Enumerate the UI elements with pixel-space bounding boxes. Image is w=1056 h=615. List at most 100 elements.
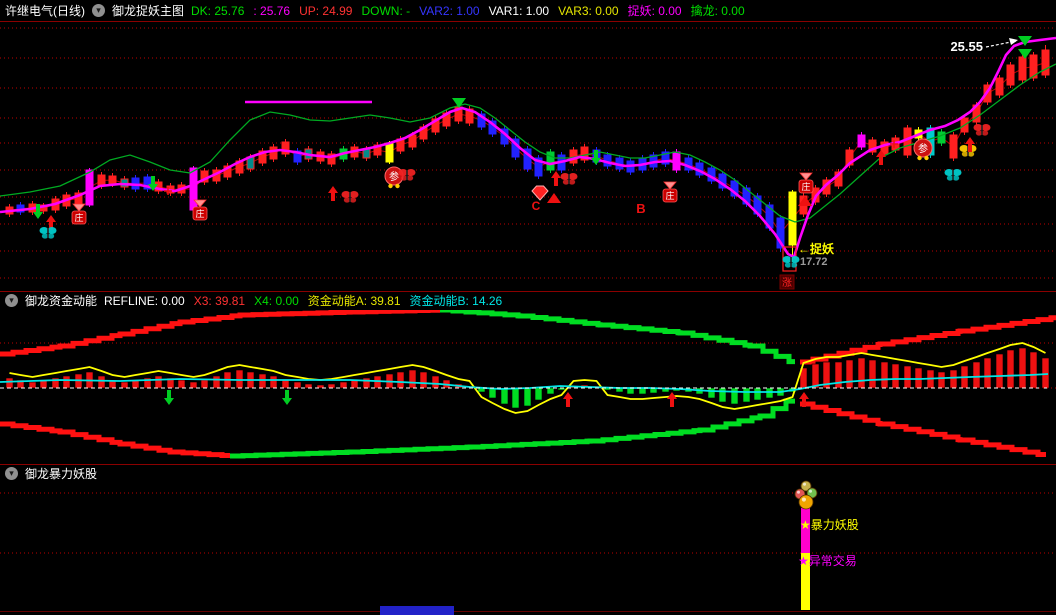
momentum-bar	[97, 375, 106, 389]
candle-body	[408, 134, 417, 148]
banker-seal-char: 庄	[195, 208, 204, 219]
momentum-bar	[189, 381, 198, 389]
candle	[281, 139, 290, 157]
collapse-chevron-icon[interactable]: ▾	[5, 294, 18, 307]
butterfly-icon	[782, 256, 800, 268]
momentum-bar	[304, 383, 313, 389]
momentum-bar	[269, 375, 278, 389]
butterfly-body	[981, 125, 983, 135]
momentum-bar	[937, 371, 946, 389]
butterfly-wing	[782, 256, 792, 263]
candle	[1006, 62, 1015, 88]
momentum-bar	[293, 381, 302, 389]
banker-seal-gem	[663, 181, 677, 190]
signal-ball-highlight	[803, 482, 806, 486]
participation-seal-icon: 参	[913, 138, 933, 161]
indicator-value: X4: 0.00	[254, 294, 299, 308]
momentum-bar	[28, 381, 37, 389]
up-arrow-icon	[551, 171, 561, 186]
chart-annotation: C	[532, 199, 541, 213]
butterfly-body	[790, 257, 792, 267]
momentum-bar	[845, 359, 854, 389]
banker-seal-gem	[799, 172, 813, 181]
candle-body	[949, 134, 958, 159]
candle	[511, 136, 520, 160]
band-line	[0, 310, 440, 357]
momentum-indicator-values: REFLINE: 0.00 X3: 39.81 X4: 0.00 资金动能A: 39.…	[104, 292, 511, 309]
butterfly-wing	[39, 227, 49, 234]
signal-ball-highlight	[797, 490, 800, 494]
butterfly-wing	[790, 256, 800, 263]
candle	[995, 75, 1004, 98]
main-candlestick-chart[interactable]: 庄庄参C B庄庄←捉妖17.72涨参25.55	[0, 22, 1056, 291]
up-arrow-icon	[328, 186, 338, 201]
butterfly-icon	[560, 173, 578, 185]
main-indicator-values: DK: 25.76: 25.76 UP: 24.99 DOWN: - VAR2: 1.…	[191, 2, 754, 19]
chart-annotation: 25.55	[950, 39, 983, 54]
chart-annotation: 17.72	[800, 256, 828, 268]
zhang-badge-char: 涨	[782, 277, 792, 289]
momentum-panel-chart[interactable]	[0, 310, 1056, 464]
trading-app-window: 许继电气(日线) ▾ 御龙捉妖主图 DK: 25.76: 25.76 UP: 24…	[0, 0, 1056, 615]
collapse-chevron-icon[interactable]: ▾	[92, 4, 105, 17]
butterfly-wing	[959, 145, 969, 152]
butterfly-wing	[952, 169, 962, 176]
momentum-bar	[972, 361, 981, 389]
indicator-value: DK: 25.76	[191, 4, 245, 18]
banker-seal-char: 庄	[74, 212, 83, 223]
candle	[937, 129, 946, 146]
momentum-bar	[500, 387, 509, 405]
butterfly-wing	[349, 191, 359, 198]
candle-body	[788, 191, 797, 246]
down-arrow-icon	[282, 390, 292, 405]
seal-char: 参	[918, 142, 928, 155]
indicator-value: 捉妖: 0.00	[627, 4, 682, 18]
indicator-value: DOWN: -	[361, 4, 411, 18]
momentum-bar	[534, 387, 543, 401]
candle-body	[385, 142, 394, 163]
band-line	[440, 310, 795, 365]
candle	[523, 146, 532, 172]
up-arrow-icon	[563, 392, 573, 407]
butterfly-body	[406, 170, 408, 180]
band-line	[800, 315, 1056, 365]
momentum-panel-title: 御龙资金动能	[25, 294, 98, 308]
indicator-value: VAR1: 1.00	[488, 4, 550, 18]
candle	[546, 149, 555, 173]
seal-char: 参	[389, 170, 399, 183]
signal-panel-chart[interactable]: ★暴力妖股 ★异常交易	[0, 474, 1056, 612]
up-arrow-icon	[667, 392, 677, 407]
momentum-bar	[857, 357, 866, 389]
momentum-bar	[511, 387, 520, 409]
candle-body	[189, 167, 198, 211]
seal-foot	[917, 155, 922, 161]
banker-seal-gem	[72, 203, 86, 212]
momentum-bar	[120, 381, 129, 389]
momentum-bar	[1029, 351, 1038, 389]
candle	[534, 155, 543, 179]
butterfly-wing	[398, 169, 408, 176]
momentum-bar	[983, 357, 992, 389]
chart-annotation: B	[636, 201, 645, 216]
momentum-bar	[834, 361, 843, 389]
momentum-bar	[419, 371, 428, 389]
candle-body	[857, 134, 866, 148]
butterfly-wing	[47, 227, 57, 234]
momentum-bar	[431, 375, 440, 389]
signal-ball-highlight	[809, 489, 812, 493]
signal-marker-label: ★暴力妖股	[800, 518, 859, 532]
butterfly-icon	[398, 169, 416, 181]
zhang-badge: 涨	[779, 274, 795, 290]
banker-seal-char: 庄	[801, 181, 810, 192]
candle-body	[85, 169, 94, 206]
date-highlight[interactable]	[380, 606, 454, 615]
banker-seal-icon: 庄	[71, 203, 87, 225]
banker-seal-icon: 庄	[798, 172, 814, 194]
butterfly-body	[47, 228, 49, 238]
indicator-value: 资金动能B: 14.26	[409, 294, 503, 308]
butterfly-icon	[39, 227, 57, 239]
candle	[868, 137, 877, 155]
seal-foot	[924, 155, 929, 161]
band-line	[0, 421, 230, 458]
momentum-bar	[408, 369, 417, 389]
